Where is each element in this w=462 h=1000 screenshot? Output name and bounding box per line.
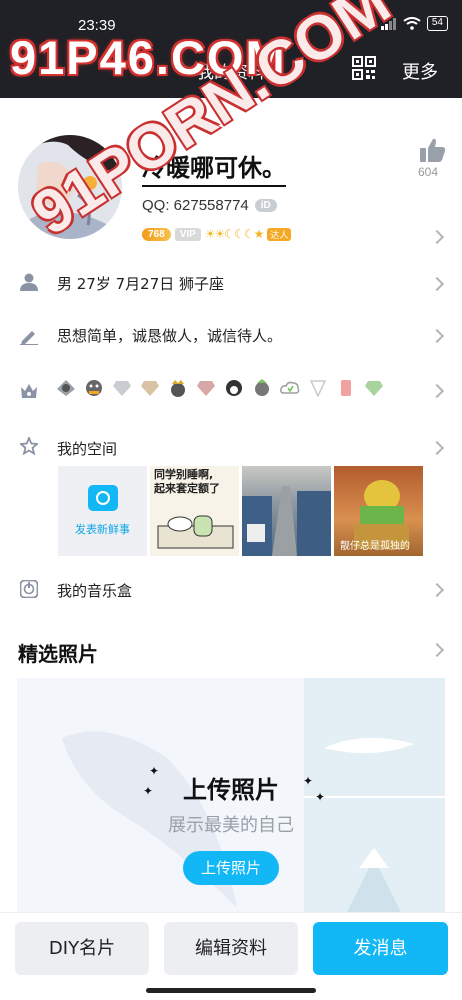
status-icons: HD 54 (363, 16, 448, 31)
nickname: 冷暖哪可休。 (142, 148, 286, 187)
battery-indicator: 54 (426, 16, 448, 31)
svip-badge: VIP (174, 227, 201, 241)
pencil-icon (20, 331, 38, 345)
qq-number-row: QQ: 627558774 iD (142, 197, 277, 214)
star-icon (20, 437, 38, 455)
featured-photos-title: 精选照片 (18, 642, 98, 666)
music-box-label: 我的音乐盒 (57, 582, 133, 600)
qq-penguin-icon (255, 379, 269, 396)
upload-title: 上传照片 (183, 776, 279, 804)
home-indicator[interactable] (146, 988, 316, 993)
person-icon (20, 273, 38, 291)
diy-card-button[interactable]: DIY名片 (15, 922, 149, 975)
post-new-label: 发表新鲜事 (75, 523, 130, 536)
post-new-tile[interactable]: 发表新鲜事 (58, 466, 147, 556)
qq-number: QQ: 627558774 (142, 197, 249, 214)
signal-icon (380, 17, 396, 30)
like-count: 604 (418, 165, 439, 179)
qq-penguin-icon (57, 380, 75, 396)
id-badge[interactable]: iD (254, 199, 277, 212)
level-icons: ☀☀☾☾☾★ (204, 227, 265, 241)
diamond-icon (197, 381, 215, 396)
train-photo (242, 486, 331, 556)
thumbs-up-icon[interactable] (420, 138, 446, 162)
crown-icon (21, 384, 37, 398)
qq-penguin-icon (86, 380, 102, 396)
bottom-action-bar: DIY名片 编辑资料 发消息 (0, 912, 462, 1000)
space-photo[interactable]: 同学别睡啊, 起来套定额了 (150, 466, 239, 556)
featured-photos-area: ✦ ✦ ✦ ✦ 上传照片 展示最美的自己 上传照片 (17, 678, 445, 918)
badge-row[interactable]: 768 VIP ☀☀☾☾☾★ 达人 (142, 227, 292, 241)
signature: 思想简单，诚恳做人，诚信待人。 (57, 327, 283, 345)
space-photo[interactable] (242, 466, 331, 556)
vip-badge: 768 (142, 227, 171, 241)
photo-caption: 靓仔总是孤独的 (340, 541, 410, 552)
upload-photo-button[interactable]: 上传照片 (183, 851, 279, 885)
cloud-icon (280, 381, 300, 394)
diamond-icon (113, 381, 131, 396)
network-type: HD (362, 19, 375, 28)
space-preview: 发表新鲜事 同学别睡啊, 起来套定额了 靓仔总是孤独的 (58, 466, 423, 556)
basic-info: 男 27岁 7月27日 狮子座 (57, 275, 225, 293)
diamond-icon (141, 381, 159, 396)
upload-subtitle: 展示最美的自己 (168, 815, 294, 836)
space-photo[interactable]: 靓仔总是孤独的 (334, 466, 423, 556)
music-box-icon (20, 580, 38, 598)
avatar-illustration (18, 135, 122, 239)
meme-image (157, 515, 234, 549)
my-space-label: 我的空间 (57, 440, 118, 458)
talent-badge: 达人 (267, 227, 292, 241)
avatar[interactable] (18, 135, 122, 239)
send-message-button[interactable]: 发消息 (313, 922, 448, 975)
qq-penguin-icon (226, 380, 242, 396)
diamond-icon (365, 381, 383, 396)
crown-penguin-icon (171, 380, 185, 397)
wifi-icon (403, 17, 421, 30)
diamond-icon (309, 380, 327, 397)
watermark-logo: 91P46.COM (10, 31, 287, 84)
badge-collection[interactable] (56, 379, 384, 397)
phone-icon (341, 380, 351, 396)
qr-code-icon[interactable] (352, 56, 376, 80)
more-button[interactable]: 更多 (402, 58, 438, 84)
edit-profile-button[interactable]: 编辑资料 (164, 922, 298, 975)
camera-icon (87, 485, 118, 511)
